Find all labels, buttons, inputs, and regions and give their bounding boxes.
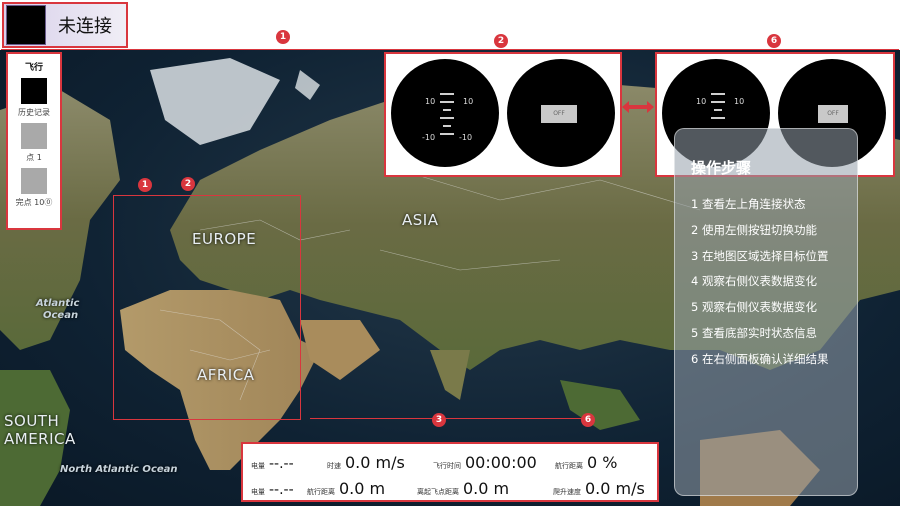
arabia-shape [300, 320, 380, 380]
stat-flight-time: 飞行时间 00:00:00 [433, 453, 537, 472]
map-label-atlantic: Atlantic [36, 298, 80, 309]
off-button-right[interactable]: OFF [818, 105, 848, 123]
step-item: 3 在地图区域选择目标位置 [691, 248, 829, 263]
map-label-north-atlantic: North Atlantic Ocean [60, 464, 178, 475]
left-toolbar: 飞行 历史记录 点 1 完点 10⓪ [6, 52, 62, 230]
stat-home-distance: 离起飞点距离 0.0 m [417, 479, 510, 498]
step-item: 6 在右侧面板确认详细结果 [691, 351, 829, 366]
connection-status-panel[interactable]: 未连接 [2, 2, 128, 48]
left-toolbar-title: 飞行 [24, 63, 43, 73]
step-item: 2 使用左侧按钮切换功能 [691, 222, 817, 237]
off-button-left[interactable]: OFF [541, 105, 577, 123]
step-item: 5 查看底部实时状态信息 [691, 325, 817, 340]
point-button[interactable] [21, 123, 47, 149]
step-item: 5 观察右侧仪表数据变化 [691, 300, 817, 315]
heading-dial: OFF [507, 59, 615, 167]
map-label-south: SOUTH [4, 412, 60, 430]
top-bar: 未连接 [0, 0, 900, 50]
india-shape [430, 350, 470, 400]
dial-num-top-left: 10 [425, 97, 436, 106]
stat-climb-rate: 爬升速度 0.0 m/s [553, 479, 645, 498]
waypoint-label: 完点 10⓪ [15, 198, 53, 207]
app-window: 未连接 EUROPE ASIA AFRICA SOUTH AMERICA Atl… [0, 0, 900, 506]
attitude-dial: 10 10 -10 -10 [391, 59, 499, 167]
map-badge-6: 6 [581, 413, 595, 427]
dial-num-top-right-right: 10 [734, 97, 745, 106]
callout-badge-6: 6 [767, 34, 781, 48]
stat-battery-2: 电量 --.-- [251, 482, 294, 498]
steps-title: 操作步骤 [691, 159, 752, 177]
map-label-ocean: Ocean [43, 310, 79, 321]
gauge-panel-left: 10 10 -10 -10 OFF [384, 52, 622, 177]
point-label: 点 1 [26, 153, 42, 162]
stat-speed: 时速 0.0 m/s [327, 453, 405, 472]
stat-progress: 航行距离 0 % [555, 453, 618, 472]
greenland-shape [150, 58, 280, 145]
map-label-america: AMERICA [4, 430, 76, 448]
history-label: 历史记录 [18, 108, 50, 117]
telemetry-panel: 电量 --.-- 时速 0.0 m/s 飞行时间 00:00:00 航行距离 0… [241, 442, 659, 502]
steps-panel: 操作步骤 1 查看左上角连接状态 2 使用左侧按钮切换功能 3 在地图区域选择目… [674, 128, 858, 496]
highlight-top-line [1, 49, 899, 51]
connection-indicator-icon [6, 5, 46, 45]
highlight-region-box [113, 195, 301, 420]
waypoint-button[interactable] [21, 168, 47, 194]
stat-battery-1: 电量 --.-- [251, 456, 294, 472]
step-item: 1 查看左上角连接状态 [691, 197, 806, 211]
history-button[interactable] [21, 78, 47, 104]
highlight-bottom-line [310, 418, 590, 420]
dial-num-bottom-left: -10 [422, 133, 436, 142]
map-badge-2: 2 [181, 177, 195, 191]
map-badge-1: 1 [138, 178, 152, 192]
sea-islands-shape [560, 380, 640, 430]
callout-badge-2: 2 [494, 34, 508, 48]
map-badge-3: 3 [432, 413, 446, 427]
map-label-asia: ASIA [402, 211, 439, 229]
stat-distance: 航行距离 0.0 m [307, 479, 386, 498]
double-arrow-icon [622, 101, 654, 113]
connection-status-text: 未连接 [58, 16, 112, 37]
dial-num-top-right: 10 [463, 97, 474, 106]
callout-badge-1: 1 [276, 30, 290, 44]
step-item: 4 观察右侧仪表数据变化 [691, 274, 817, 289]
dial-num-top-left-right: 10 [696, 97, 707, 106]
dial-num-bottom-right: -10 [459, 133, 473, 142]
